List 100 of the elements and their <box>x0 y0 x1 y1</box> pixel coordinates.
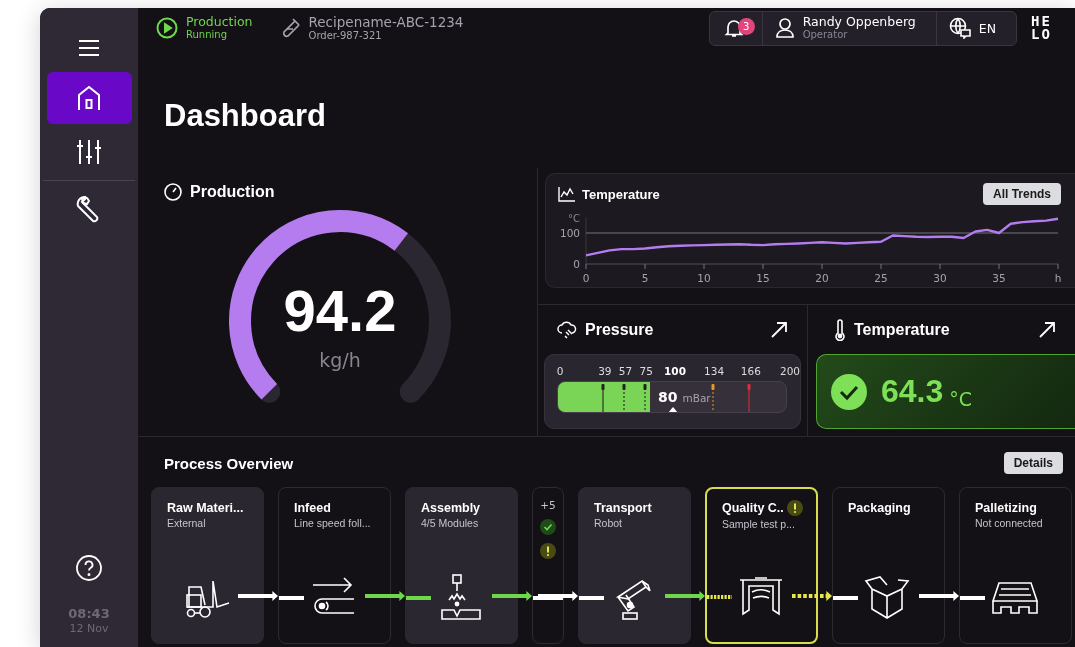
expand-button[interactable] <box>1039 322 1055 338</box>
warning-icon <box>540 543 556 559</box>
panel-title: Production <box>190 183 275 201</box>
status-state: Running <box>186 29 228 41</box>
flow-arrow <box>792 591 832 601</box>
step-title: Infeed <box>294 501 331 515</box>
flow-line <box>406 593 431 603</box>
check-circle-icon <box>831 373 867 410</box>
threshold-marker <box>601 384 606 412</box>
scale-label: 134 <box>704 365 725 377</box>
warning-icon <box>786 500 803 516</box>
summary-card[interactable]: +5 <box>532 487 564 644</box>
flow-line <box>707 592 732 602</box>
process-card[interactable]: Transport Robot <box>578 487 691 644</box>
step-subtitle: Not connected <box>974 517 1044 529</box>
check-icon <box>540 519 556 535</box>
scale-label: 39 <box>598 365 612 377</box>
flow-arrow <box>538 591 578 601</box>
flow-line <box>833 593 858 603</box>
threshold-marker <box>710 384 715 412</box>
status-label: Production <box>186 15 253 29</box>
gauge-icon <box>164 183 182 201</box>
axis-label: 100 <box>559 227 580 239</box>
more-count: +5 <box>540 499 556 511</box>
pressure-unit: mBar <box>682 392 711 404</box>
recipe-name: Recipename-ABC-1234 <box>308 14 464 30</box>
axis-label: 20 <box>815 272 829 284</box>
scale-label: 57 <box>618 365 633 377</box>
user-icon <box>774 17 795 39</box>
axis-label: 10 <box>697 272 711 284</box>
scale-label: 166 <box>740 365 761 377</box>
panel-title: Pressure <box>585 321 654 339</box>
process-card[interactable]: Packaging <box>832 487 945 644</box>
line-chart-icon <box>558 186 576 202</box>
user-button[interactable]: Randy Oppenberg Operator <box>762 11 937 45</box>
process-card[interactable]: Assembly 4/5 Modules <box>405 487 518 644</box>
flow-line <box>279 593 304 603</box>
details-button[interactable]: Details <box>1003 452 1063 474</box>
scanner-gate-icon <box>738 576 784 618</box>
panel-title: Temperature <box>854 321 950 339</box>
scale-label: 75 <box>639 365 653 377</box>
flow-line <box>960 593 985 603</box>
axis-label: 0 <box>573 258 580 270</box>
page-title: Dashboard <box>164 98 326 134</box>
menu-icon <box>78 39 100 57</box>
flow-line <box>533 593 563 603</box>
steam-cloud-icon <box>557 320 577 340</box>
all-trends-button[interactable]: All Trends <box>983 183 1061 205</box>
gauge-value: 94.2 <box>283 279 397 343</box>
sidebar-item[interactable] <box>46 72 132 124</box>
process-card[interactable]: Infeed Line speed foll... <box>278 487 391 644</box>
step-title: Packaging <box>848 501 911 515</box>
axis-label: 5 <box>641 272 649 284</box>
step-title: Palletizing <box>975 501 1037 515</box>
language-button[interactable]: EN <box>936 11 1016 45</box>
bell-icon <box>723 18 744 38</box>
process-card[interactable]: Quality C.. Sample test p... <box>705 487 818 644</box>
expand-arrow-icon <box>771 322 787 338</box>
process-card[interactable]: Raw Materi... External <box>151 487 264 644</box>
pallet-icon <box>991 581 1039 615</box>
pressure-reading: 80 <box>658 389 678 405</box>
sliders-icon <box>76 139 102 165</box>
notification-count: 3 <box>737 17 755 35</box>
flow-arrow <box>238 591 278 601</box>
axis-label: 0 <box>582 272 590 284</box>
expand-arrow-icon <box>1039 322 1055 338</box>
threshold-marker <box>747 384 752 412</box>
flow-arrow <box>365 591 405 601</box>
flow-arrow <box>919 591 959 601</box>
clock-date: 12 Nov <box>69 622 109 635</box>
axis-title: h <box>1054 272 1062 284</box>
flow-arrow <box>492 591 532 601</box>
globe-chat-icon <box>948 17 971 39</box>
card-title: Temperature <box>582 186 660 202</box>
axis-label: 15 <box>756 272 770 284</box>
home-icon <box>77 85 101 111</box>
axis-label: 25 <box>874 272 888 284</box>
section-title: Process Overview <box>164 454 294 472</box>
flow-line <box>579 593 604 603</box>
step-subtitle: 4/5 Modules <box>420 517 480 529</box>
notifications-button[interactable]: 3 <box>709 11 763 45</box>
process-card[interactable]: Palletizing Not connected <box>959 487 1072 644</box>
expand-button[interactable] <box>771 322 787 338</box>
threshold-marker <box>642 384 647 412</box>
thermometer-icon <box>834 319 846 341</box>
scale-label: 200 <box>780 365 800 377</box>
scale-label: 0 <box>556 365 564 377</box>
threshold-marker <box>622 384 627 412</box>
setpoint-pointer <box>668 406 678 412</box>
step-title: Transport <box>594 501 652 515</box>
play-status-icon <box>156 17 178 39</box>
clock-time: 08:43 <box>68 606 110 621</box>
temperature-unit: °C <box>949 388 973 410</box>
step-title: Quality C.. <box>722 501 784 515</box>
order-number: Order-987-321 <box>308 29 382 42</box>
step-subtitle: Sample test p... <box>721 518 796 530</box>
scale-label: 100 <box>664 365 686 377</box>
logo: HE LO <box>1031 15 1053 41</box>
temperature-value: 64.3 <box>881 373 944 410</box>
axis-label: 30 <box>933 272 947 284</box>
